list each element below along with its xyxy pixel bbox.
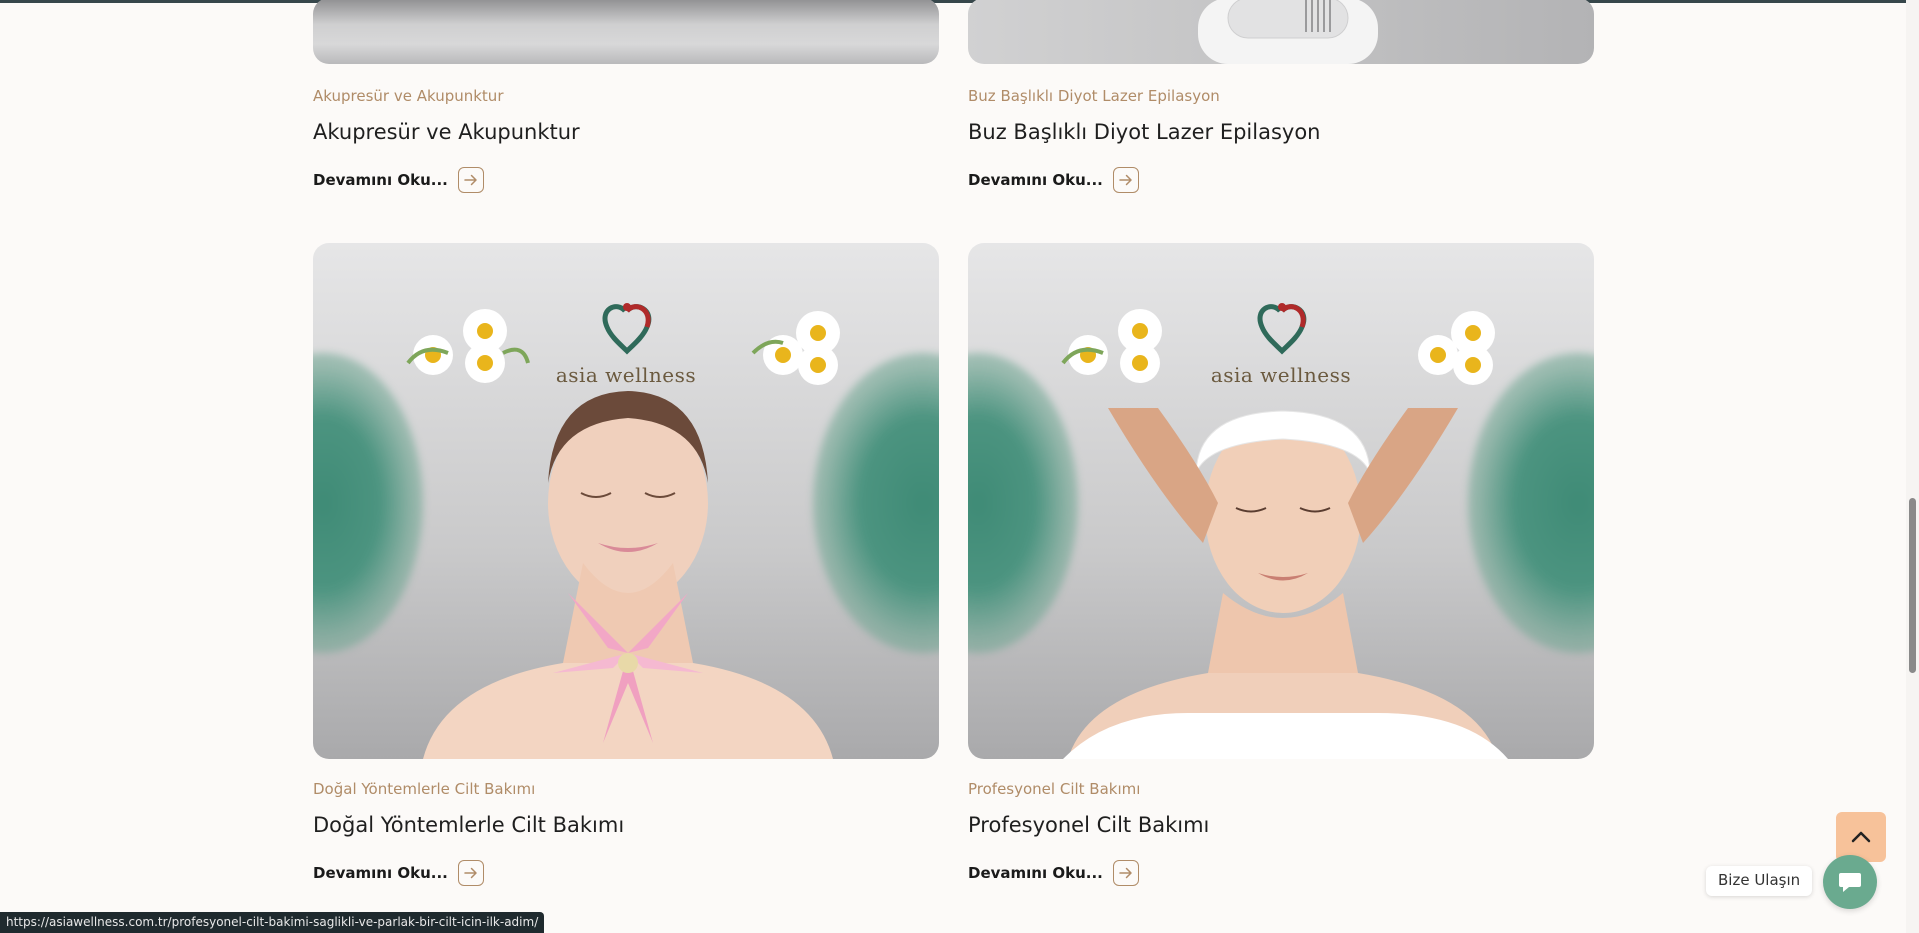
arrow-right-icon [457, 167, 484, 193]
post-category[interactable]: Buz Başlıklı Diyot Lazer Epilasyon [968, 87, 1220, 105]
read-more-link[interactable]: Devamını Oku... [313, 860, 484, 886]
post-image[interactable] [968, 0, 1594, 64]
read-more-link[interactable]: Devamını Oku... [968, 860, 1139, 886]
post-card-laser-epilation: Buz Başlıklı Diyot Lazer Epilasyon Buz B… [968, 0, 1594, 200]
post-category[interactable]: Akupresür ve Akupunktur [313, 87, 503, 105]
post-title[interactable]: Doğal Yöntemlerle Cilt Bakımı [313, 813, 624, 837]
chat-icon [1839, 873, 1861, 892]
read-more-label: Devamını Oku... [313, 171, 448, 189]
post-card-acupressure: Akupresür ve Akupunktur Akupresür ve Aku… [313, 0, 939, 200]
arrow-right-icon [1112, 167, 1139, 193]
contact-label[interactable]: Bize Ulaşın [1706, 866, 1813, 896]
post-title[interactable]: Profesyonel Cilt Bakımı [968, 813, 1209, 837]
arrow-right-icon [1112, 860, 1139, 886]
brand-logo-text: asia wellness [1210, 363, 1352, 387]
post-category[interactable]: Profesyonel Cilt Bakımı [968, 780, 1140, 798]
read-more-label: Devamını Oku... [313, 864, 448, 882]
scrollbar-thumb[interactable] [1909, 498, 1916, 673]
post-image[interactable]: asia wellness [968, 243, 1594, 759]
read-more-link[interactable]: Devamını Oku... [968, 167, 1139, 193]
post-image[interactable]: asia wellness [313, 243, 939, 759]
post-category[interactable]: Doğal Yöntemlerle Cilt Bakımı [313, 780, 535, 798]
back-to-top-button[interactable] [1836, 812, 1886, 862]
post-card-natural-skin-care: asia wellness Doğal Yöntemlerle Cilt Bak… [313, 243, 939, 893]
post-title[interactable]: Akupresür ve Akupunktur [313, 120, 580, 144]
read-more-label: Devamını Oku... [968, 171, 1103, 189]
arrow-right-icon [457, 860, 484, 886]
page-scrollbar[interactable] [1906, 0, 1919, 933]
read-more-label: Devamını Oku... [968, 864, 1103, 882]
brand-logo-text: asia wellness [555, 363, 697, 387]
spa-photo-illustration [1061, 303, 1508, 759]
read-more-link[interactable]: Devamını Oku... [313, 167, 484, 193]
spa-photo-illustration [406, 303, 840, 759]
post-title[interactable]: Buz Başlıklı Diyot Lazer Epilasyon [968, 120, 1320, 144]
contact-button[interactable] [1823, 855, 1877, 909]
post-image[interactable] [313, 0, 939, 64]
top-strip [0, 0, 1919, 3]
chevron-up-icon [1851, 831, 1871, 843]
status-bar-url: https://asiawellness.com.tr/profesyonel-… [0, 912, 545, 933]
post-card-professional-skin-care: asia wellness Profesyonel Cilt Bakımı Pr… [968, 243, 1594, 893]
